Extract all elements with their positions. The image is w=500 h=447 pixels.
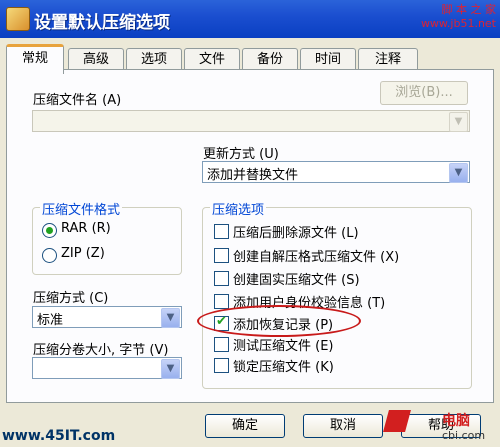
chevron-down-icon[interactable]: ▼ (161, 359, 180, 379)
tab-general[interactable]: 常规 (6, 44, 64, 74)
archive-name-label: 压缩文件名 (A) (33, 93, 122, 108)
test-archive-label[interactable]: 测试压缩文件 (E) (233, 335, 334, 354)
watermark-brand: 电脑 (442, 413, 470, 429)
tab-options[interactable]: 选项 (126, 48, 182, 71)
zip-radio-label[interactable]: ZIP (Z) (61, 246, 105, 261)
watermark-top-text: 脚 本 之 家 (441, 3, 497, 16)
create-sfx-label[interactable]: 创建自解压格式压缩文件 (X) (233, 246, 399, 265)
archive-name-combobox[interactable]: ▼ (32, 110, 470, 132)
watermark-45it: www.45IT.com (2, 428, 116, 444)
ok-button[interactable]: 确定 (205, 414, 285, 438)
update-mode-select[interactable]: 添加并替换文件 ▼ (202, 161, 470, 183)
watermark-top-url: www.jb51.net (420, 17, 496, 30)
chevron-down-icon[interactable]: ▼ (449, 163, 468, 183)
compression-method-value: 标准 (37, 313, 64, 328)
tab-comment[interactable]: 注释 (358, 48, 418, 71)
watermark-url: cbi.com (442, 429, 486, 442)
lock-archive-label[interactable]: 锁定压缩文件 (K) (233, 356, 334, 375)
add-auth-checkbox[interactable] (214, 294, 229, 309)
tab-advanced[interactable]: 高级 (68, 48, 124, 71)
rar-radio[interactable] (42, 223, 57, 238)
winrar-app-icon (6, 7, 30, 31)
chevron-down-icon[interactable]: ▼ (449, 112, 468, 132)
cancel-button[interactable]: 取消 (303, 414, 383, 438)
compression-options-title: 压缩选项 (210, 199, 267, 218)
update-mode-label: 更新方式 (U) (203, 147, 279, 162)
delete-source-label[interactable]: 压缩后删除源文件 (L) (233, 222, 359, 241)
create-solid-checkbox[interactable] (214, 271, 229, 286)
tab-files[interactable]: 文件 (184, 48, 240, 71)
tab-backup[interactable]: 备份 (242, 48, 298, 71)
watermark-cbi-logo: 电脑 cbi.com (383, 404, 500, 447)
test-archive-checkbox[interactable] (214, 337, 229, 352)
delete-source-checkbox[interactable] (214, 224, 229, 239)
chevron-down-icon[interactable]: ▼ (161, 308, 180, 328)
split-size-combobox[interactable]: ▼ (32, 357, 182, 379)
highlight-ellipse (197, 305, 361, 337)
create-solid-label[interactable]: 创建固实压缩文件 (S) (233, 269, 360, 288)
logo-mark (383, 410, 411, 432)
watermark-top: 脚 本 之 家 www.jb51.net (421, 3, 496, 31)
window-title: 设置默认压缩选项 (34, 13, 170, 33)
update-mode-value: 添加并替换文件 (207, 168, 299, 183)
radio-selected-dot (46, 227, 53, 234)
lock-archive-checkbox[interactable] (214, 358, 229, 373)
zip-radio[interactable] (42, 248, 57, 263)
archive-format-title: 压缩文件格式 (40, 199, 123, 218)
compression-method-select[interactable]: 标准 ▼ (32, 306, 182, 328)
compression-method-label: 压缩方式 (C) (33, 291, 109, 306)
title-bar: 设置默认压缩选项 脚 本 之 家 www.jb51.net (0, 0, 500, 38)
browse-button[interactable]: 浏览(B)... (380, 81, 468, 105)
split-size-label: 压缩分卷大小, 字节 (V) (33, 343, 169, 358)
create-sfx-checkbox[interactable] (214, 248, 229, 263)
rar-radio-label[interactable]: RAR (R) (61, 221, 111, 236)
tab-time[interactable]: 时间 (300, 48, 356, 71)
